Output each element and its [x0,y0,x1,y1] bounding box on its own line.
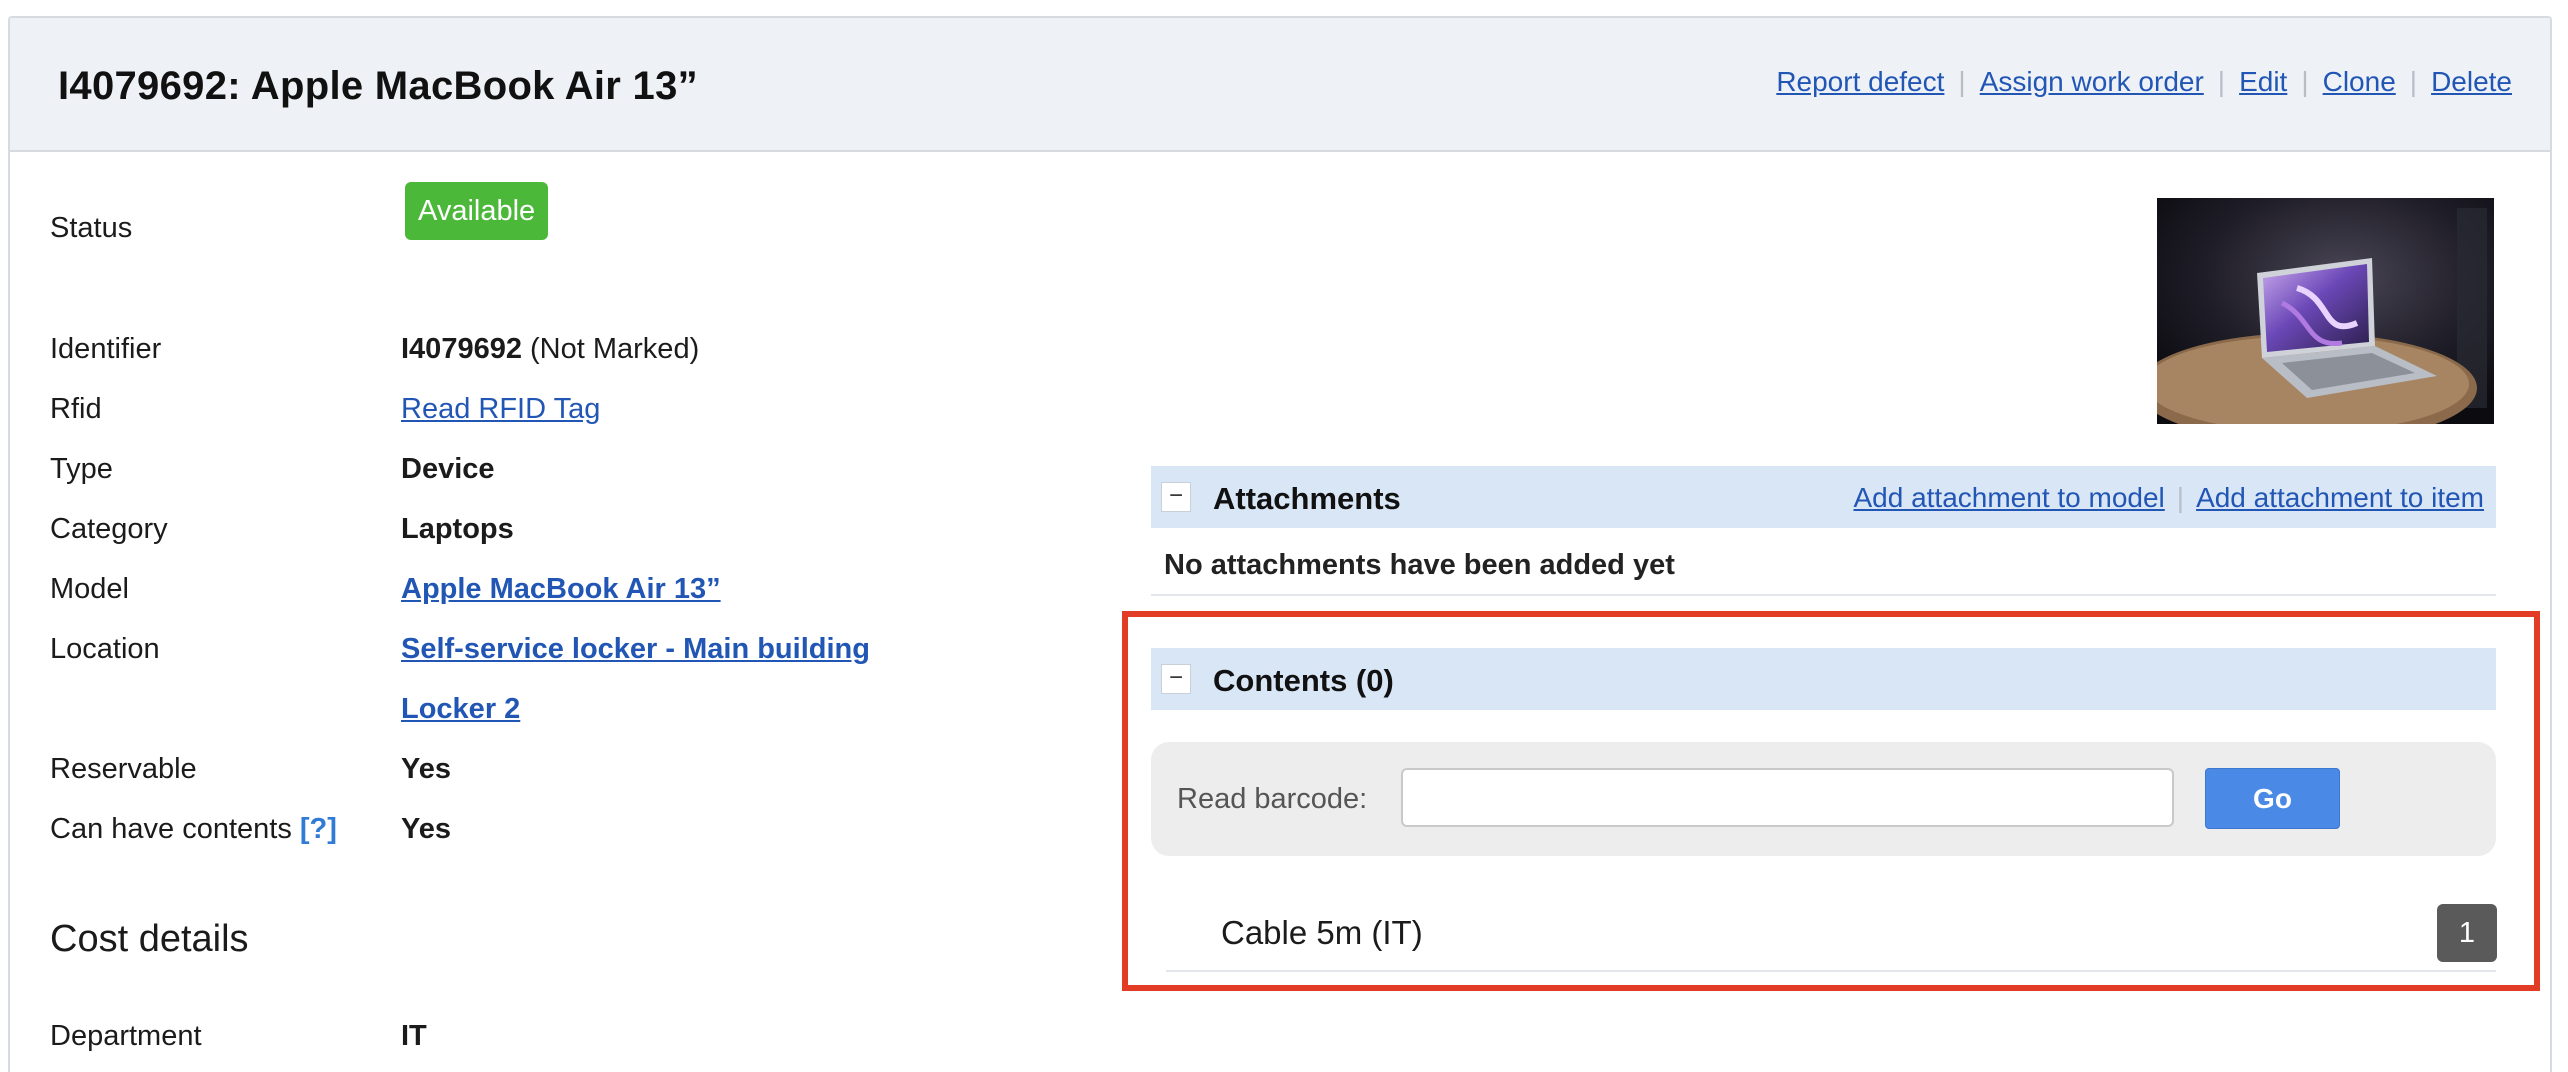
attachment-actions: Add attachment to model | Add attachment… [1853,482,2484,514]
reservable-value: Yes [401,753,451,785]
status-badge: Available [405,182,549,240]
header-actions: Report defect | Assign work order | Edit… [1776,66,2512,98]
assign-work-order-link[interactable]: Assign work order [1980,66,2204,98]
clone-link[interactable]: Clone [2323,66,2396,98]
separator: | [1958,66,1966,97]
reservable-label: Reservable [50,753,197,785]
type-value: Device [401,453,495,485]
location-link[interactable]: Self-service locker - Main building [401,633,870,666]
item-header: I4079692: Apple MacBook Air 13” Report d… [10,18,2550,152]
highlight-box [1122,611,2540,991]
attachments-title: Attachments [1213,481,1401,516]
separator: | [2176,482,2185,513]
add-attachment-to-item-link[interactable]: Add attachment to item [2196,482,2484,514]
cost-details-heading: Cost details [50,918,249,960]
attachments-collapse-toggle[interactable]: − [1161,482,1191,512]
read-rfid-link[interactable]: Read RFID Tag [401,393,600,426]
identifier-code: I4079692 [401,333,522,365]
divider [1151,594,2496,596]
category-label: Category [50,513,168,545]
help-link[interactable]: [?] [300,813,337,845]
edit-link[interactable]: Edit [2239,66,2287,98]
location-label: Location [50,633,160,665]
locker-link[interactable]: Locker 2 [401,693,520,726]
can-have-contents-text: Can have contents [50,813,292,845]
identifier-value: I4079692 (Not Marked) [401,333,699,366]
department-label: Department [50,1020,202,1052]
no-attachments-message: No attachments have been added yet [1164,549,1675,581]
add-attachment-to-model-link[interactable]: Add attachment to model [1853,482,2164,514]
attachments-header: − Attachments Add attachment to model | … [1151,466,2496,528]
category-value: Laptops [401,513,514,545]
status-label: Status [50,212,133,244]
model-label: Model [50,573,129,605]
model-link[interactable]: Apple MacBook Air 13” [401,573,721,606]
can-have-contents-value: Yes [401,813,451,845]
rfid-label: Rfid [50,393,102,425]
laptop-photo[interactable] [2157,198,2494,424]
report-defect-link[interactable]: Report defect [1776,66,1944,98]
separator: | [2301,66,2309,97]
can-have-contents-label: Can have contents [?] [50,813,337,846]
separator: | [2217,66,2226,97]
identifier-label: Identifier [50,333,162,365]
laptop-photo-image [2157,198,2494,424]
identifier-note: (Not Marked) [521,333,700,365]
type-label: Type [50,453,113,485]
delete-link[interactable]: Delete [2431,66,2512,98]
separator: | [2409,66,2418,97]
department-value: IT [401,1020,427,1052]
page-title: I4079692: Apple MacBook Air 13” [58,64,698,108]
